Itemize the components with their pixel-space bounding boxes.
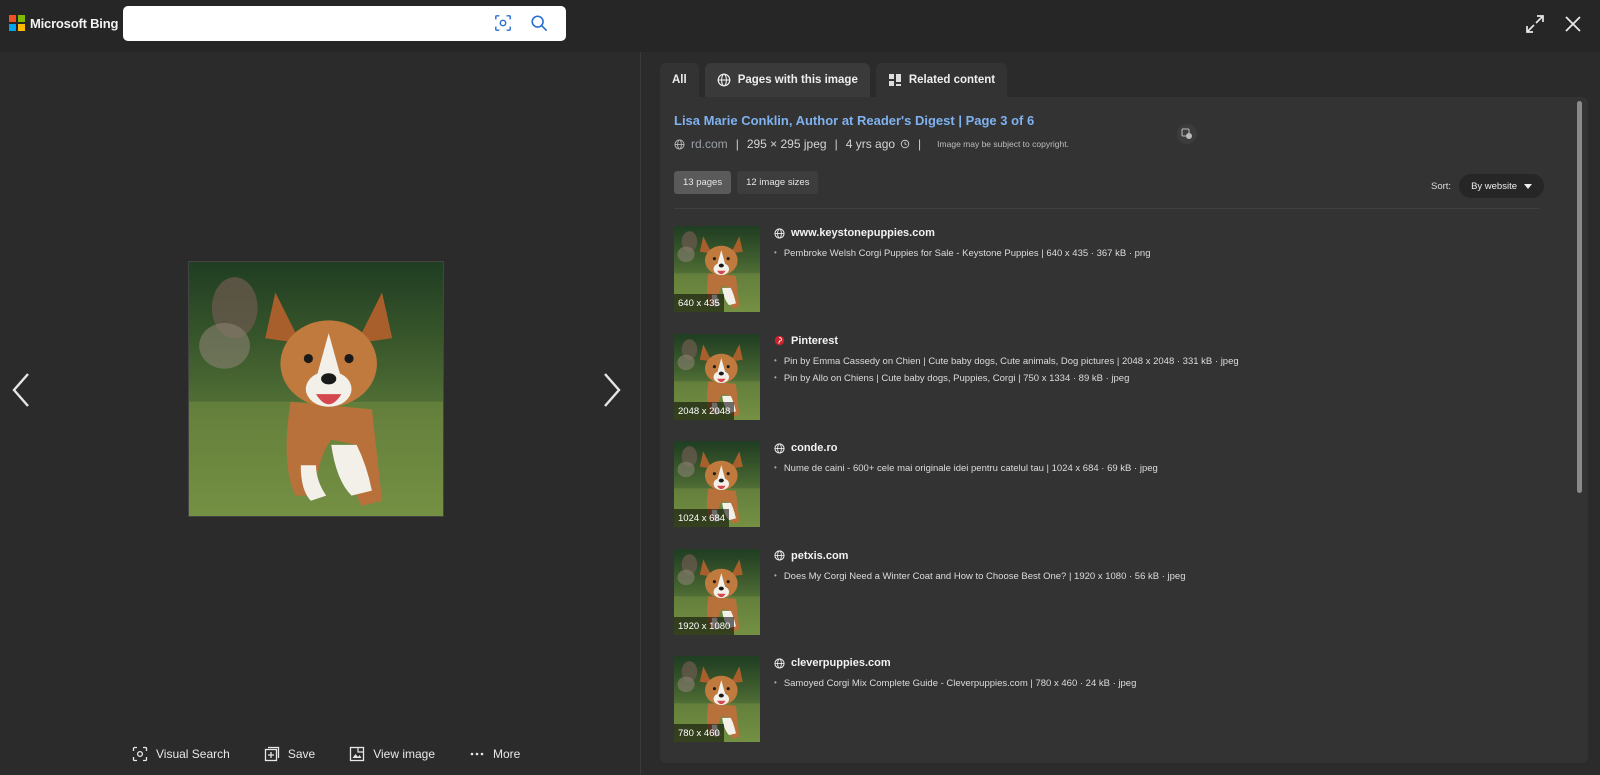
more-label: More <box>493 747 521 761</box>
result-link[interactable]: Does My Corgi Need a Winter Coat and How… <box>774 571 1186 582</box>
sort-control: Sort: By website <box>1431 174 1544 198</box>
expand-icon[interactable] <box>1523 12 1547 36</box>
search-icon[interactable] <box>530 14 548 32</box>
sort-value: By website <box>1471 180 1517 192</box>
result-site[interactable]: conde.ro <box>774 442 837 454</box>
main-image[interactable] <box>188 261 444 517</box>
copyright-notice: Image may be subject to copyright. <box>937 139 1069 149</box>
save-icon <box>264 746 279 762</box>
visual-search-icon[interactable] <box>494 14 512 32</box>
thumbnail-dimensions: 2048 x 2048 <box>674 401 735 420</box>
result-link[interactable]: Samoyed Corgi Mix Complete Guide - Cleve… <box>774 678 1137 689</box>
sort-dropdown[interactable]: By website <box>1459 174 1544 198</box>
pinterest-icon <box>774 335 785 346</box>
sort-label: Sort: <box>1431 180 1452 192</box>
visual-search-label: Visual Search <box>156 747 230 761</box>
globe-icon <box>674 138 685 150</box>
result-site[interactable]: petxis.com <box>774 550 848 562</box>
image-preview-pane: Visual Search Save View image More <box>0 52 641 775</box>
chevron-left-icon[interactable] <box>8 370 36 410</box>
chevron-right-icon[interactable] <box>597 370 625 410</box>
filter-image-sizes[interactable]: 12 image sizes <box>737 171 819 194</box>
globe-icon <box>717 73 731 87</box>
pages-panel: Lisa Marie Conklin, Author at Reader's D… <box>660 97 1588 763</box>
tab-bar: All Pages with this image Related conten… <box>660 63 1008 97</box>
result-site-name: www.keystonepuppies.com <box>791 227 935 239</box>
caret-down-icon <box>1524 183 1532 189</box>
source-site[interactable]: rd.com <box>691 137 728 151</box>
result-item: 1920 x 1080 petxis.com Does My Corgi Nee… <box>674 549 1554 635</box>
save-button[interactable]: Save <box>264 746 315 762</box>
tab-all-label: All <box>672 74 687 86</box>
view-image-label: View image <box>373 747 435 761</box>
scrollbar[interactable] <box>1577 101 1582 493</box>
thumbnail-dimensions: 1024 x 684 <box>674 509 730 527</box>
result-site-name: conde.ro <box>791 442 838 454</box>
tab-pages-with-this-image[interactable]: Pages with this image <box>704 63 870 97</box>
tab-all[interactable]: All <box>660 63 699 97</box>
microsoft-logo-icon <box>9 15 25 31</box>
bing-logo[interactable]: Microsoft Bing <box>9 15 118 31</box>
result-item: 780 x 460 cleverpuppies.com Samoyed Corg… <box>674 656 1554 742</box>
search-box[interactable] <box>123 6 566 41</box>
result-link[interactable]: Pin by Allo on Chiens | Cute baby dogs, … <box>774 373 1130 384</box>
close-icon[interactable] <box>1561 12 1585 36</box>
image-meta: rd.com | 295 × 295 jpeg | 4 yrs ago | Im… <box>674 137 1069 151</box>
top-bar: Microsoft Bing <box>0 0 1600 52</box>
brand-name: Microsoft Bing <box>30 15 119 31</box>
thumbnail-dimensions: 780 x 460 <box>674 724 724 742</box>
result-thumbnail[interactable]: 1024 x 684 <box>674 441 760 527</box>
result-link[interactable]: Pin by Emma Cassedy on Chien | Cute baby… <box>774 356 1239 367</box>
result-thumbnail[interactable]: 780 x 460 <box>674 656 760 742</box>
result-item: 1024 x 684 conde.ro Nume de caini - 600+… <box>674 441 1554 527</box>
result-link[interactable]: Pembroke Welsh Corgi Puppies for Sale - … <box>774 248 1151 259</box>
details-pane: All Pages with this image Related conten… <box>641 52 1600 775</box>
globe-icon <box>774 550 785 561</box>
grid-icon <box>888 74 901 86</box>
result-thumbnail[interactable]: 2048 x 2048 <box>674 334 760 420</box>
result-item: 640 x 435 www.keystonepuppies.com Pembro… <box>674 226 1554 312</box>
separator: | <box>735 137 739 151</box>
save-label: Save <box>287 747 316 761</box>
history-icon <box>900 139 910 149</box>
search-input[interactable] <box>135 12 479 36</box>
result-site-name: cleverpuppies.com <box>791 657 891 669</box>
globe-icon <box>774 657 785 669</box>
result-thumbnail[interactable]: 640 x 435 <box>674 226 760 312</box>
result-filters: 13 pages 12 image sizes <box>674 171 819 194</box>
copy-info-icon <box>1181 128 1192 139</box>
result-site[interactable]: www.keystonepuppies.com <box>774 227 935 239</box>
thumbnail-dimensions: 640 x 435 <box>674 294 724 312</box>
page-title-link[interactable]: Lisa Marie Conklin, Author at Reader's D… <box>674 113 1034 128</box>
result-site-name: Pinterest <box>791 334 839 347</box>
view-image-icon <box>350 746 365 762</box>
result-thumbnail[interactable]: 1920 x 1080 <box>674 549 760 635</box>
results-list: 640 x 435 www.keystonepuppies.com Pembro… <box>674 226 1554 763</box>
image-actions: Visual Search Save View image More <box>132 746 554 762</box>
result-site-name: petxis.com <box>791 549 849 562</box>
more-button[interactable]: More <box>469 746 520 762</box>
more-icon <box>470 752 484 756</box>
result-link[interactable]: Nume de caini - 600+ cele mai originale … <box>774 463 1158 474</box>
filter-pages[interactable]: 13 pages <box>674 171 732 194</box>
view-image-button[interactable]: View image <box>349 746 435 762</box>
visual-search-icon <box>132 746 148 762</box>
tab-related-content[interactable]: Related content <box>875 63 1008 97</box>
globe-icon <box>774 442 785 454</box>
tab-related-label: Related content <box>908 74 996 86</box>
separator: | <box>918 137 922 151</box>
separator: | <box>834 137 838 151</box>
result-item: 2048 x 2048 Pinterest Pin by Emma Cassed… <box>674 334 1554 420</box>
visual-search-button[interactable]: Visual Search <box>132 746 230 762</box>
globe-icon <box>774 227 785 239</box>
image-size: 295 × 295 jpeg <box>746 137 827 151</box>
tab-pages-label: Pages with this image <box>737 74 858 86</box>
image-age: 4 yrs ago <box>845 137 896 151</box>
thumbnail-dimensions: 1920 x 1080 <box>674 616 735 635</box>
copyright-info-button[interactable] <box>1177 124 1197 144</box>
divider <box>674 208 1540 209</box>
result-site[interactable]: Pinterest <box>774 335 838 347</box>
result-site[interactable]: cleverpuppies.com <box>774 657 891 669</box>
